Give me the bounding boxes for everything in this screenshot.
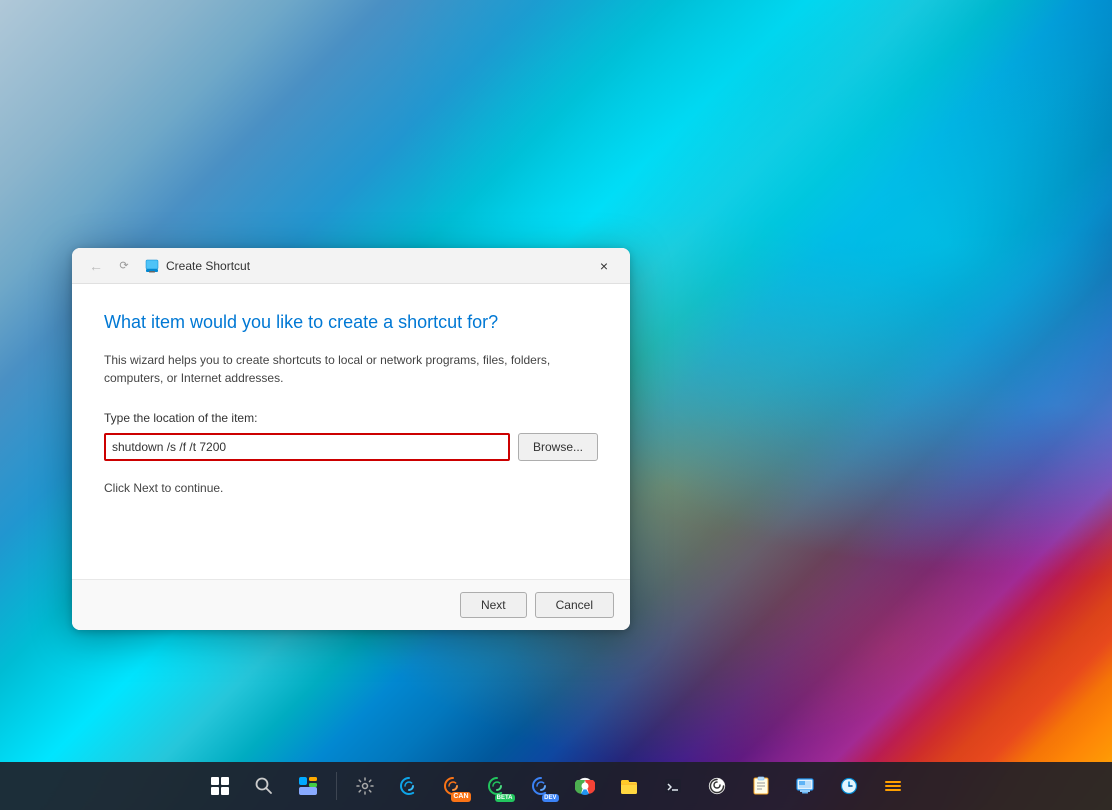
close-button[interactable]: × [590, 254, 618, 278]
back-button[interactable]: ← [84, 254, 108, 278]
dialog-titlebar: ← ⟳ Create Shortcut × [72, 248, 630, 284]
dialog-hint: Click Next to continue. [104, 481, 598, 495]
misc-taskbar-icon[interactable] [873, 766, 913, 806]
next-button[interactable]: Next [460, 592, 527, 618]
taskbar-icons: CAN BETA DEV [200, 766, 913, 806]
settings-taskbar-icon[interactable] [345, 766, 385, 806]
dialog-heading: What item would you like to create a sho… [104, 312, 598, 333]
edge-can-taskbar-icon[interactable]: CAN [433, 766, 473, 806]
widgets-taskbar-icon[interactable] [288, 766, 328, 806]
dialog-icon [144, 258, 160, 274]
start-button[interactable] [200, 766, 240, 806]
dialog-footer: Next Cancel [72, 579, 630, 630]
notepad-taskbar-icon[interactable] [741, 766, 781, 806]
location-input[interactable] [104, 433, 510, 461]
forward-button[interactable]: ⟳ [112, 254, 136, 278]
cancel-button[interactable]: Cancel [535, 592, 614, 618]
dialog-overlay: ← ⟳ Create Shortcut × What item would yo… [0, 0, 1112, 762]
edge-beta-taskbar-icon[interactable]: BETA [477, 766, 517, 806]
dialog-description: This wizard helps you to create shortcut… [104, 351, 598, 387]
dialog-nav: ← ⟳ [84, 254, 136, 278]
edge-dev-taskbar-icon[interactable]: DEV [521, 766, 561, 806]
remote-desktop-taskbar-icon[interactable] [785, 766, 825, 806]
dialog-title: Create Shortcut [166, 259, 590, 273]
create-shortcut-dialog: ← ⟳ Create Shortcut × What item would yo… [72, 248, 630, 630]
dialog-body: What item would you like to create a sho… [72, 284, 630, 579]
edge-taskbar-icon[interactable] [389, 766, 429, 806]
location-input-row: Browse... [104, 433, 598, 461]
input-label: Type the location of the item: [104, 411, 598, 425]
clock-taskbar-icon[interactable] [829, 766, 869, 806]
file-explorer-taskbar-icon[interactable] [609, 766, 649, 806]
browse-button[interactable]: Browse... [518, 433, 598, 461]
taskbar: CAN BETA DEV [0, 762, 1112, 810]
chrome-taskbar-icon[interactable] [565, 766, 605, 806]
openai-taskbar-icon[interactable] [697, 766, 737, 806]
search-taskbar-icon[interactable] [244, 766, 284, 806]
terminal-taskbar-icon[interactable] [653, 766, 693, 806]
